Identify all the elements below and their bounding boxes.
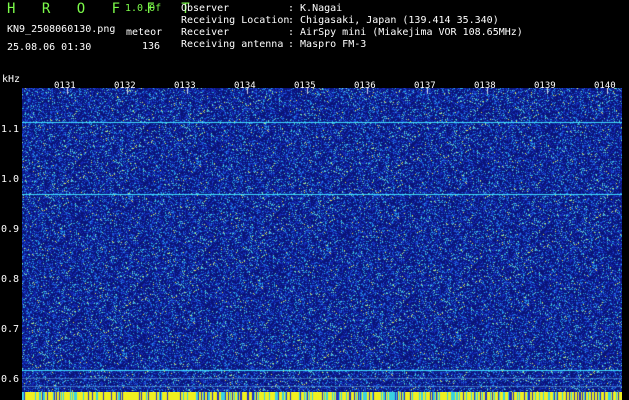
version-label: 1.0.0f [125,3,162,14]
info-location-value: : Chigasaki, Japan (139.414 35.340) [288,15,499,26]
khz-unit-label: kHz [2,74,21,85]
y-axis-label: 0.7 [1,324,20,335]
info-receiver-key: Receiver [181,27,230,38]
y-axis-label: 1.0 [1,174,20,185]
meteor-count: 136 [142,41,161,52]
y-axis-label: 0.6 [1,374,20,385]
hroff-logo: H R O F F T [7,1,199,17]
spectrogram [22,88,622,392]
meteor-label: meteor [126,27,163,38]
y-axis-label: 0.9 [1,224,20,235]
filename-label: KN9_2508060130.png [7,24,116,35]
y-axis-label: 0.8 [1,274,20,285]
datetime-label: 25.08.06 01:30 [7,42,92,53]
info-receiver-value: : AirSpy mini (Miakejima VOR 108.65MHz) [288,27,523,38]
info-location-key: Receiving Location [181,15,290,26]
info-observer-value: : K.Nagai [288,3,343,14]
y-axis-label: 1.1 [1,124,20,135]
info-antenna-value: : Maspro FM-3 [288,39,367,50]
info-observer-key: Observer [181,3,230,14]
info-antenna-key: Receiving antenna [181,39,284,50]
level-bar [22,392,622,400]
